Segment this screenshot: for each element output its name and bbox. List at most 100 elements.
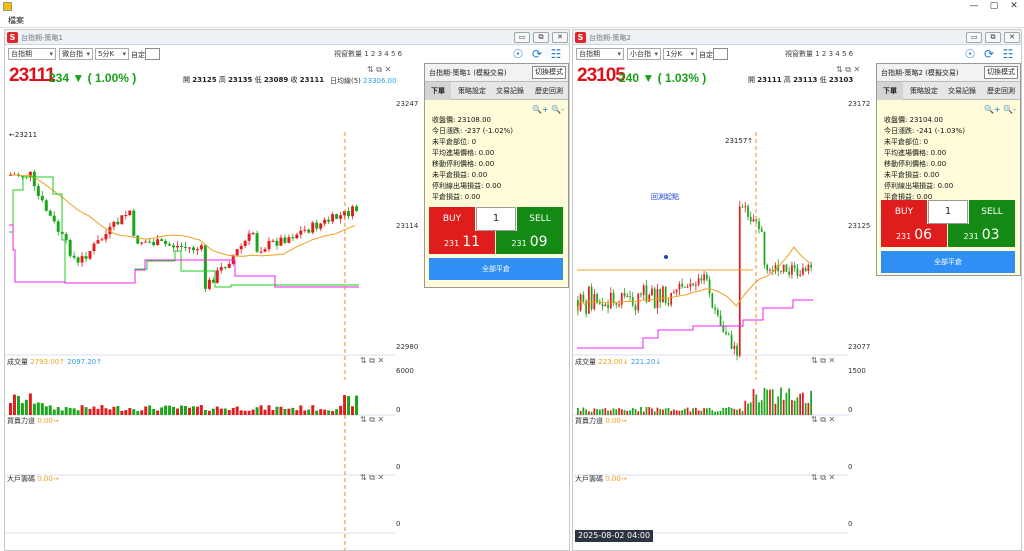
tab-backtest[interactable]: 歷史回測	[530, 82, 568, 100]
candle-body	[64, 233, 68, 240]
volume-bar	[104, 408, 108, 415]
volume-bar	[596, 409, 598, 415]
bid-price-button[interactable]: 231 06	[881, 224, 947, 247]
symbol-select[interactable]: 台指期	[576, 48, 624, 60]
volume-bar	[219, 408, 223, 415]
signal-icon[interactable]: ☉	[511, 47, 525, 61]
bid-price-button[interactable]: 231 11	[429, 231, 495, 254]
bid-suffix: 06	[914, 227, 933, 243]
volume-value-2: 221.20↓	[630, 358, 662, 366]
switch-mode-button[interactable]: 切換模式	[532, 66, 566, 79]
candle-body	[168, 244, 172, 246]
contract-select[interactable]: 小台指	[627, 48, 661, 60]
tab-order[interactable]: 下單	[425, 82, 451, 100]
candle-body	[271, 240, 275, 242]
high-label: 高	[783, 76, 791, 84]
menu-file[interactable]: 檔案	[8, 15, 24, 26]
candle-body	[120, 215, 124, 225]
refresh-icon[interactable]: ⟳	[982, 47, 996, 61]
volume-tool-icons[interactable]: ⇅ ⧉ ✕	[811, 356, 835, 366]
candle-body	[678, 283, 681, 290]
ask-suffix: 09	[529, 234, 548, 250]
buysell-tool-icons[interactable]: ⇅ ⧉ ✕	[811, 415, 835, 425]
volume-bar	[156, 410, 160, 415]
volume-bar	[667, 407, 670, 415]
y-axis-bottom: 22980	[396, 343, 419, 351]
window-restore-button[interactable]: ⧉	[985, 32, 1001, 43]
candle-body	[52, 215, 56, 222]
candle-body	[124, 215, 128, 217]
custom-input[interactable]	[713, 48, 728, 60]
bigplayer-axis-zero: 0	[396, 520, 401, 528]
tab-backtest[interactable]: 歷史回測	[982, 82, 1020, 100]
volume-tool-icons[interactable]: ⇅ ⧉ ✕	[360, 356, 384, 366]
close-all-button[interactable]: 全部平倉	[881, 251, 1015, 273]
window-restore-button[interactable]: ⧉	[533, 32, 549, 43]
refresh-icon[interactable]: ⟳	[530, 47, 544, 61]
interval-select[interactable]: 1分K	[663, 48, 697, 60]
volume-bar	[132, 409, 136, 415]
ask-price-button[interactable]: 231 03	[948, 224, 1015, 247]
volume-bar	[315, 410, 319, 415]
custom-input[interactable]	[145, 48, 160, 60]
volume-axis-zero: 0	[396, 406, 401, 414]
window-close-button[interactable]: ✕	[1004, 32, 1020, 43]
window-close-button[interactable]: ✕	[552, 32, 568, 43]
volume-bar	[670, 410, 673, 415]
window-minimize-button[interactable]: ▭	[514, 32, 530, 43]
info-close-price: 收盤價: 23104.00	[884, 116, 943, 124]
user-list-icon[interactable]: ☷	[549, 47, 563, 61]
tab-order[interactable]: 下單	[877, 82, 903, 100]
info-open-position: 未平倉部位: 0	[884, 138, 929, 146]
zoom-controls[interactable]: 🔍+ 🔍-	[984, 105, 1016, 114]
volume-bar	[108, 409, 112, 415]
sell-button[interactable]: SELL	[969, 200, 1015, 224]
zoom-controls[interactable]: 🔍+ 🔍-	[532, 105, 564, 114]
close-all-button[interactable]: 全部平倉	[429, 258, 563, 280]
window-count-label[interactable]: 視窗數量 1 2 3 4 5 6	[785, 49, 853, 59]
bigplayer-tool-icons[interactable]: ⇅ ⧉ ✕	[360, 473, 384, 483]
volume-bar	[673, 409, 675, 415]
info-avg-entry: 平均進場價格: 0.00	[884, 149, 947, 157]
order-box: BUY 1 SELL 231 06 231 03	[881, 200, 1015, 247]
quantity-input[interactable]: 1	[476, 207, 516, 231]
volume-bar	[116, 406, 120, 415]
chart-window-titlebar: S 台指期-策略2 ▭ ⧉ ✕	[573, 30, 1021, 45]
buysell-tool-icons[interactable]: ⇅ ⧉ ✕	[360, 415, 384, 425]
tab-strategy-settings[interactable]: 策略設定	[905, 82, 943, 100]
signal-icon[interactable]: ☉	[963, 47, 977, 61]
volume-bar	[780, 387, 782, 415]
candle-body	[195, 249, 199, 251]
candle-body	[703, 274, 705, 281]
switch-mode-button[interactable]: 切換模式	[984, 66, 1018, 79]
chart-tool-icons[interactable]: ⇅ ⧉ ✕	[836, 65, 860, 75]
volume-bar	[84, 407, 88, 415]
user-list-icon[interactable]: ☷	[1001, 47, 1015, 61]
bigplayer-tool-icons[interactable]: ⇅ ⧉ ✕	[811, 473, 835, 483]
volume-bar	[749, 402, 752, 415]
minimize-button[interactable]: —	[964, 0, 984, 13]
buy-button[interactable]: BUY	[881, 200, 927, 224]
candle-body	[36, 186, 40, 196]
candle-body	[152, 241, 156, 246]
symbol-select[interactable]: 台指期	[8, 48, 56, 60]
tab-trade-records[interactable]: 交易記錄	[944, 82, 980, 100]
candle-body	[96, 240, 100, 244]
sell-button[interactable]: SELL	[517, 207, 563, 231]
maximize-button[interactable]: ▢	[984, 0, 1004, 13]
tab-strategy-settings[interactable]: 策略設定	[453, 82, 491, 100]
window-minimize-button[interactable]: ▭	[966, 32, 982, 43]
window-count-label[interactable]: 視窗數量 1 2 3 4 5 6	[334, 49, 402, 59]
volume-bar	[810, 390, 812, 415]
candle-body	[796, 268, 799, 276]
quantity-input[interactable]: 1	[928, 200, 968, 224]
ask-price-button[interactable]: 231 09	[496, 231, 563, 254]
volume-value-2: 2097.20↑	[67, 358, 103, 366]
contract-select[interactable]: 微台指	[59, 48, 93, 60]
close-button[interactable]: ✕	[1004, 0, 1024, 13]
buy-button[interactable]: BUY	[429, 207, 475, 231]
volume-bar	[140, 410, 144, 415]
tab-trade-records[interactable]: 交易記錄	[492, 82, 528, 100]
chart-tool-icons[interactable]: ⇅ ⧉ ✕	[367, 65, 391, 75]
interval-select[interactable]: 5分K	[95, 48, 129, 60]
